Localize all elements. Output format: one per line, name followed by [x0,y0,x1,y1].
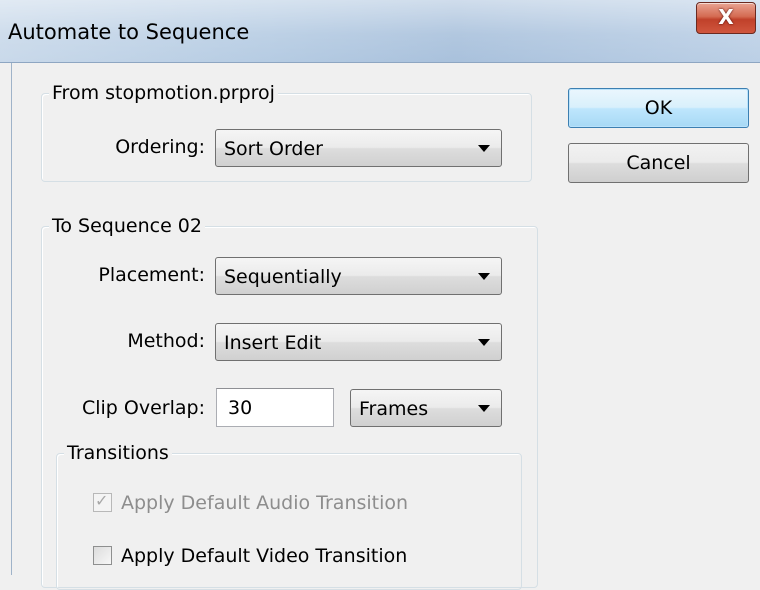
chevron-down-icon [478,339,490,346]
placement-label: Placement: [98,264,205,286]
close-icon: X [718,5,734,29]
chevron-down-icon [478,273,490,280]
method-value: Insert Edit [224,332,322,354]
window-title: Automate to Sequence [8,20,250,44]
ordering-dropdown[interactable]: Sort Order [215,129,502,167]
checkmark-icon: ✓ [95,491,109,510]
video-transition-checkbox[interactable] [93,546,112,565]
ordering-label: Ordering: [115,136,205,158]
ok-button[interactable]: OK [568,88,749,128]
clip-overlap-unit-value: Frames [359,398,429,420]
ordering-value: Sort Order [224,138,323,160]
clip-overlap-input[interactable]: 30 [216,388,334,427]
clip-overlap-value: 30 [228,397,253,419]
chevron-down-icon [478,145,490,152]
title-bar: Automate to Sequence X [0,0,760,63]
dialog-body: From stopmotion.prproj Ordering: Sort Or… [11,63,760,590]
close-button[interactable]: X [696,2,756,34]
transitions-group [56,453,522,590]
transitions-group-title: Transitions [64,442,172,464]
video-transition-label: Apply Default Video Transition [121,545,408,567]
audio-transition-label: Apply Default Audio Transition [121,492,409,514]
clip-overlap-label: Clip Overlap: [81,397,205,419]
audio-transition-checkbox[interactable]: ✓ [93,491,112,512]
placement-dropdown[interactable]: Sequentially [215,257,502,295]
method-label: Method: [127,330,205,352]
method-dropdown[interactable]: Insert Edit [215,323,502,361]
cancel-button[interactable]: Cancel [568,143,749,183]
to-group-title: To Sequence 02 [49,215,205,237]
clip-overlap-unit-dropdown[interactable]: Frames [350,389,502,427]
chevron-down-icon [478,405,490,412]
placement-value: Sequentially [224,266,342,288]
from-group-title: From stopmotion.prproj [49,82,278,104]
